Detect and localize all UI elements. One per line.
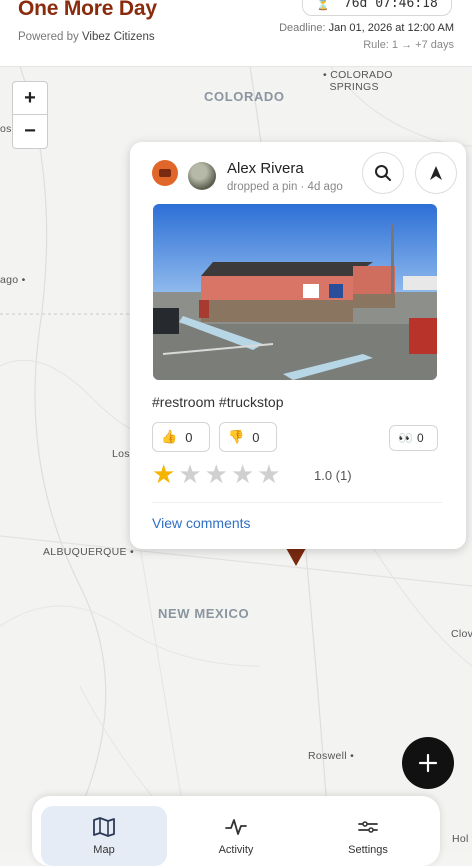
pin-photo[interactable]	[153, 204, 437, 380]
thumbs-down-button[interactable]: 👎 0	[219, 422, 277, 452]
nav-item-settings[interactable]: Settings	[305, 806, 431, 866]
views-count: 0	[416, 431, 424, 445]
star-icon[interactable]: ★	[178, 460, 201, 488]
thumbs-down-count: 0	[252, 429, 260, 445]
star-icon[interactable]: ★	[231, 460, 254, 488]
eyes-icon: 👀	[398, 431, 413, 445]
view-comments-link[interactable]: View comments	[152, 515, 251, 531]
pin-tags: #restroom #truckstop	[152, 394, 284, 410]
thumbs-up-icon: 👍	[161, 429, 178, 444]
star-icon[interactable]: ★	[257, 460, 280, 488]
city-los: Los	[112, 448, 130, 460]
nav-item-activity[interactable]: Activity	[173, 806, 299, 866]
pin-popup-card: Alex Rivera dropped a pin · 4d ago #rest…	[130, 142, 466, 549]
deadline-label: Deadline:	[279, 22, 326, 34]
app-title: One More Day	[18, 0, 157, 20]
plus-icon	[418, 753, 438, 773]
thumbs-down-icon: 👎	[228, 429, 245, 444]
nav-label-settings: Settings	[348, 844, 388, 856]
star-icon[interactable]: ★	[152, 460, 175, 488]
powered-brand: Vibez Citizens	[81, 31, 155, 43]
city-albuquerque: ALBUQUERQUE •	[43, 546, 135, 558]
city-hol: Hol	[452, 833, 469, 845]
pin-category-icon	[152, 160, 178, 186]
powered-prefix: Powered by	[18, 31, 79, 43]
state-label-new-mexico: NEW MEXICO	[158, 606, 250, 621]
thumbs-up-count: 0	[185, 429, 193, 445]
zoom-controls: + −	[12, 81, 48, 149]
powered-by: Powered by Vibez Citizens	[18, 31, 155, 43]
nav-label-map: Map	[93, 844, 115, 856]
star-icon[interactable]: ★	[205, 460, 228, 488]
rule-text: Rule: 1 → +7 days	[363, 39, 454, 51]
search-button[interactable]	[362, 152, 404, 194]
settings-icon	[358, 821, 378, 833]
navigation-arrow-icon	[430, 166, 442, 180]
map-icon	[93, 817, 115, 837]
divider	[152, 502, 442, 503]
avatar[interactable]	[188, 162, 216, 190]
city-clov: Clov	[451, 628, 472, 640]
user-name[interactable]: Alex Rivera	[227, 160, 304, 177]
user-meta: dropped a pin · 4d ago	[227, 181, 343, 193]
countdown-timer: ⏳ 76d 07:46:18	[302, 0, 452, 16]
add-pin-button[interactable]	[402, 737, 454, 789]
city-colorado-springs: • COLORADO SPRINGS	[323, 69, 393, 93]
deadline: Deadline: Jan 01, 2026 at 12:00 AM	[279, 22, 454, 34]
restroom-building-photo	[153, 204, 437, 380]
city-roswell: Roswell •	[308, 750, 355, 762]
app-header: One More Day Powered by Vibez Citizens ⏳…	[0, 0, 472, 67]
activity-icon	[225, 819, 247, 835]
search-icon	[375, 165, 391, 181]
zoom-out-button[interactable]: −	[13, 115, 47, 147]
nav-label-activity: Activity	[218, 844, 254, 856]
bottom-nav: Map Activity Settings	[32, 796, 440, 866]
zoom-in-button[interactable]: +	[13, 82, 47, 115]
city-ago: ago •	[0, 274, 26, 286]
rating-summary: 1.0 (1)	[314, 468, 352, 483]
navigate-button[interactable]	[415, 152, 457, 194]
thumbs-up-button[interactable]: 👍 0	[152, 422, 210, 452]
countdown-value: 76d 07:46:18	[343, 0, 438, 11]
nav-item-map[interactable]: Map	[41, 806, 167, 866]
star-rating[interactable]: ★ ★ ★ ★ ★	[152, 460, 281, 488]
hourglass-icon: ⏳	[316, 0, 330, 11]
deadline-value: Jan 01, 2026 at 12:00 AM	[328, 22, 454, 34]
views-button[interactable]: 👀 0	[389, 425, 438, 451]
state-label-colorado: COLORADO	[204, 89, 285, 104]
